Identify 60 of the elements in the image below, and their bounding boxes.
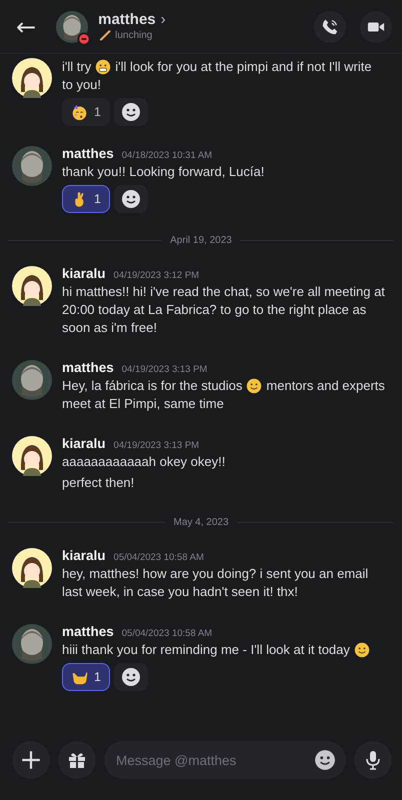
timestamp: 04/18/2023 10:31 AM <box>122 150 212 161</box>
avatar[interactable] <box>12 146 52 186</box>
author-name[interactable]: kiaralu <box>62 436 106 451</box>
timestamp: 05/04/2023 10:58 AM <box>122 628 212 639</box>
reaction-chip[interactable]: 1 <box>62 663 110 691</box>
avatar[interactable] <box>12 624 52 664</box>
message-text: hi matthes!! hi! i've read the chat, so we're all meeting at 20:00 today at La Fabrica? to go to the right place as soon as i'm free! <box>62 283 386 337</box>
avatar[interactable] <box>12 436 52 476</box>
microphone-icon <box>363 750 383 770</box>
smiling-emoji-icon <box>246 378 262 394</box>
avatar[interactable] <box>12 360 52 400</box>
avatar[interactable] <box>12 548 52 588</box>
add-button[interactable] <box>12 741 50 779</box>
message-text: mentors and experts <box>266 377 385 395</box>
author-name[interactable]: kiaralu <box>62 266 106 281</box>
timestamp: 05/04/2023 10:58 AM <box>114 552 204 563</box>
add-reaction-button[interactable] <box>114 185 148 213</box>
microphone-button[interactable] <box>354 741 392 779</box>
timestamp: 04/19/2023 3:12 PM <box>114 270 200 281</box>
author-name[interactable]: matthes <box>62 360 114 375</box>
grimacing-emoji-icon <box>95 59 112 75</box>
message-text: i'll look for you at the pimpi and if not I'll write <box>115 58 372 76</box>
smiley-icon <box>120 189 141 209</box>
timestamp: 04/19/2023 3:13 PM <box>122 364 208 375</box>
add-reaction-button[interactable] <box>114 98 148 126</box>
gift-button[interactable] <box>58 741 96 779</box>
message-text: thank you!! Looking forward, Lucía! <box>62 163 264 181</box>
message-text: hey, matthes! how are you doing? i sent you an email last week, in case you hadn't seen it! thx! <box>62 565 370 601</box>
user-name[interactable]: matthes <box>98 11 156 28</box>
reaction-chip[interactable]: 1 <box>62 98 110 126</box>
smiley-icon <box>120 667 141 687</box>
date-divider: May 4, 2023 <box>173 517 229 528</box>
back-button[interactable]: ← <box>8 12 44 40</box>
phone-icon <box>321 18 339 36</box>
message-text: to you! <box>62 76 102 94</box>
date-divider: April 19, 2023 <box>170 235 232 246</box>
voice-call-button[interactable] <box>314 10 346 42</box>
message-text: meet at El Pimpi, same time <box>62 395 224 413</box>
author-name[interactable]: matthes <box>62 624 114 639</box>
party-face-icon <box>71 104 88 120</box>
video-call-button[interactable] <box>360 10 392 42</box>
custom-status: lunching <box>115 30 152 40</box>
message-text: aaaaaaaaaaaah okey okey!! <box>62 453 226 471</box>
message-text: Hey, la fábrica is for the studios <box>62 377 242 395</box>
chevron[interactable]: › <box>160 11 166 28</box>
emoji-icon[interactable] <box>314 749 336 771</box>
message-text: perfect then! <box>62 474 134 492</box>
reaction-chip[interactable]: 1 <box>62 185 110 213</box>
author-name[interactable]: matthes <box>62 146 114 161</box>
author-name[interactable]: kiaralu <box>62 548 106 563</box>
avatar[interactable] <box>12 58 52 98</box>
message-text: i'll try <box>62 58 92 76</box>
timestamp: 04/19/2023 3:13 PM <box>114 440 200 451</box>
smiling-emoji-icon <box>354 642 370 658</box>
message-field[interactable]: Message @matthes <box>104 741 346 779</box>
plus-icon <box>20 749 42 771</box>
smiley-icon <box>120 102 141 122</box>
message-text: hiii thank you for reminding me - I'll look at it today <box>62 641 350 659</box>
avatar[interactable] <box>12 266 52 306</box>
add-reaction-button[interactable] <box>114 663 148 691</box>
